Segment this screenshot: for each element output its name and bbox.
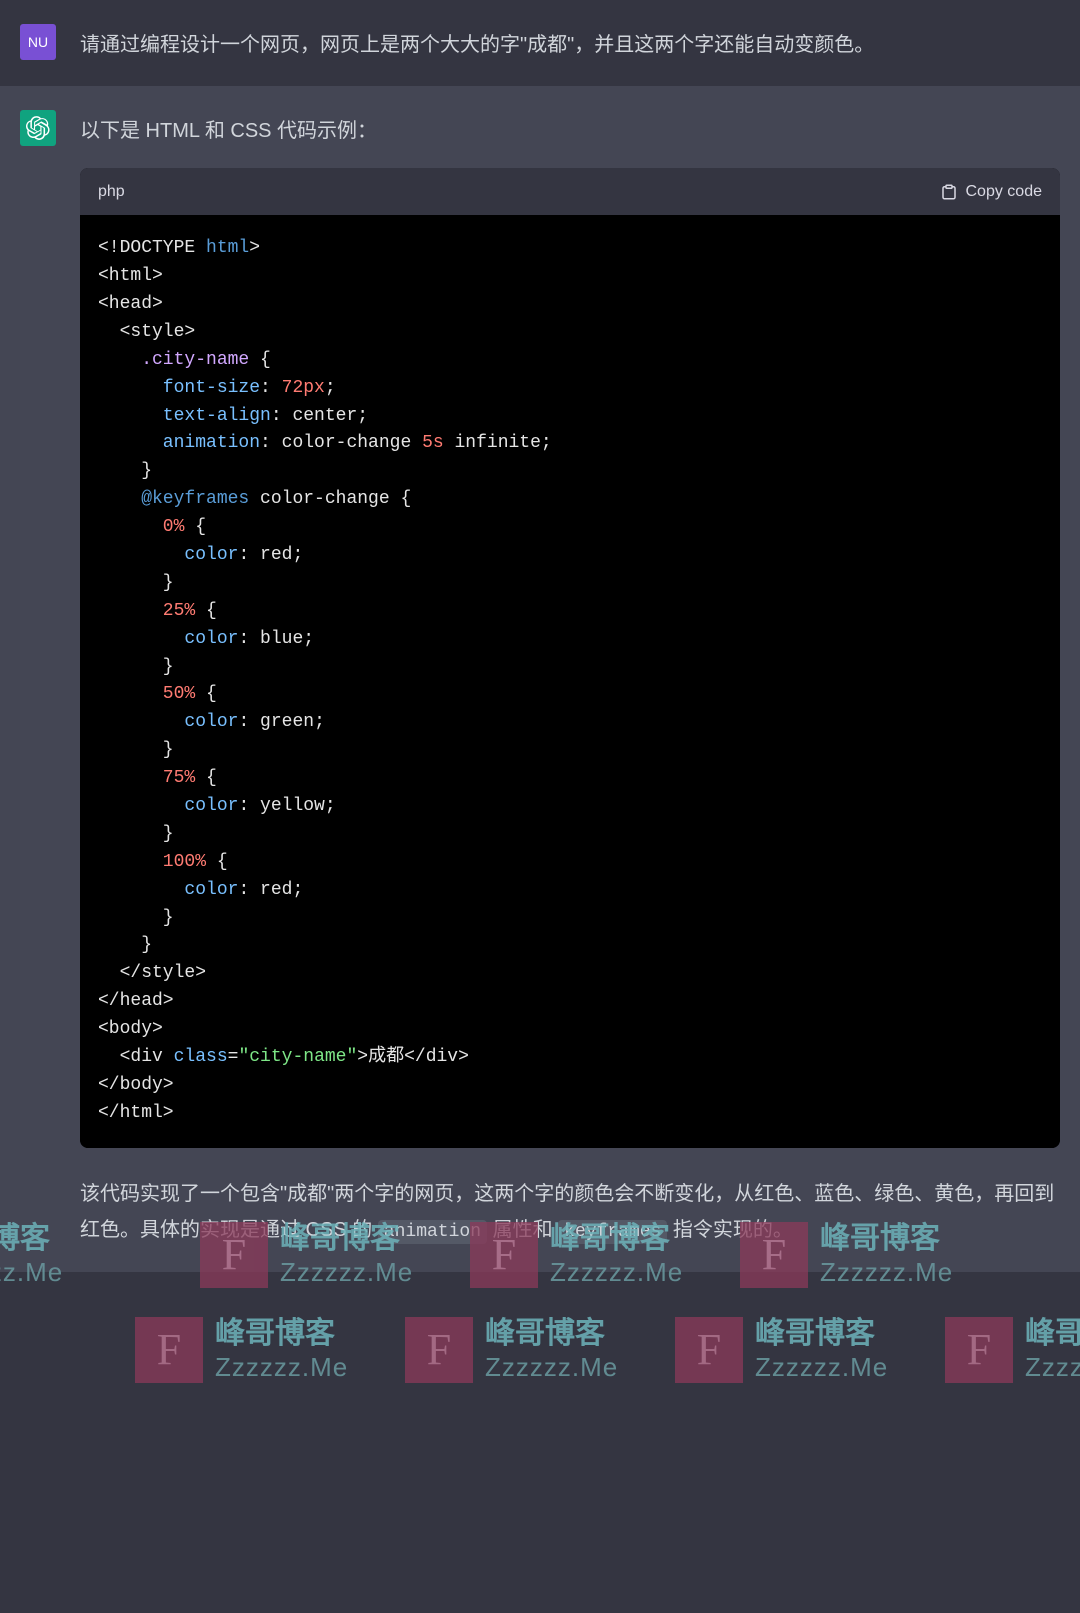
inline-code-keyframes: keyframes [558,1220,667,1244]
assistant-explanation: 该代码实现了一个包含"成都"两个字的网页，这两个字的颜色会不断变化，从红色、蓝色… [80,1176,1060,1248]
user-prompt: 请通过编程设计一个网页，网页上是两个大大的字"成都"，并且这两个字还能自动变颜色… [80,24,1060,62]
copy-code-button[interactable]: Copy code [940,178,1043,205]
copy-label: Copy code [966,178,1043,205]
code-body[interactable]: <!DOCTYPE html> <html> <head> <style> .c… [80,215,1060,1148]
code-lang-label: php [98,178,125,205]
user-avatar: NU [20,24,56,60]
clipboard-icon [940,183,958,201]
user-message-row: NU 请通过编程设计一个网页，网页上是两个大大的字"成都"，并且这两个字还能自动… [0,0,1080,86]
assistant-message-row: 以下是 HTML 和 CSS 代码示例： php Copy code <!DOC… [0,86,1080,1272]
code-block: php Copy code <!DOCTYPE html> <html> <he… [80,168,1060,1148]
watermark-row-2: 峰哥博客 Zzzzzz.Me F 峰哥博客 Zzzzzz.Me F 峰哥博客 Z… [0,1316,1080,1383]
inline-code-animation: animation [378,1220,487,1244]
openai-logo-icon [26,116,50,140]
user-avatar-text: NU [28,34,48,50]
code-header: php Copy code [80,168,1060,215]
assistant-intro: 以下是 HTML 和 CSS 代码示例： [80,114,1060,148]
assistant-avatar [20,110,56,146]
assistant-content: 以下是 HTML 和 CSS 代码示例： php Copy code <!DOC… [80,110,1060,1248]
